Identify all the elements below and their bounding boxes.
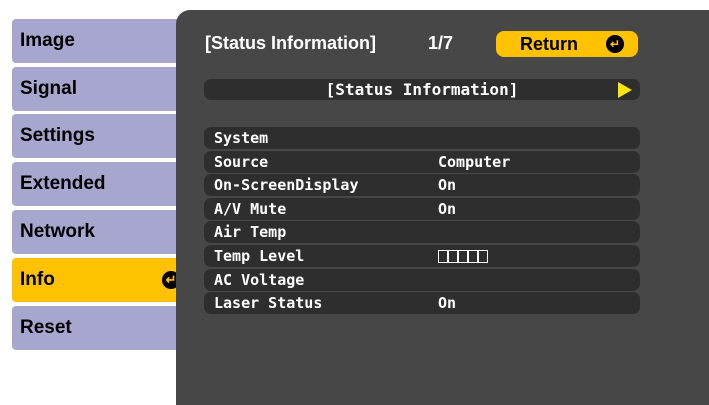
menu-item-label: Network [20,221,95,242]
status-row-system: System [204,127,640,149]
status-key: System [214,129,269,147]
temp-level-block [478,249,488,263]
menu-item-label: Image [20,30,75,51]
return-button[interactable]: Return ↵ [496,31,638,57]
status-row-air-temp: Air Temp [204,221,640,244]
temp-level-indicator [438,249,488,263]
menu-item-label: Extended [20,173,106,194]
temp-level-block [458,249,468,263]
menu-item-label: Info [20,269,55,290]
status-row-osd: On-ScreenDisplay On [204,174,640,197]
status-key: AC Voltage [214,270,305,289]
menu-item-extended[interactable]: Extended [12,162,190,206]
temp-level-block [468,249,478,263]
menu-item-reset[interactable]: Reset [12,306,190,350]
status-value: On [438,294,457,313]
status-row-av-mute: A/V Mute On [204,197,640,220]
menu-item-label: Signal [20,78,78,99]
status-key: On-ScreenDisplay [214,176,359,195]
page-title: [Status Information] [205,33,376,53]
menu-item-label: Reset [20,317,72,338]
page-counter: 1/7 [428,33,454,53]
status-key: Air Temp [214,223,287,242]
status-value: On [438,176,457,195]
enter-icon: ↵ [606,35,624,53]
status-value: On [438,199,457,218]
menu-item-label: Settings [20,125,95,146]
status-key: Temp Level [214,246,305,265]
menu-item-network[interactable]: Network [12,210,190,254]
menu-item-settings[interactable]: Settings [12,114,190,158]
menu-item-signal[interactable]: Signal [12,67,190,111]
arrow-right-icon [618,82,632,98]
status-key: Laser Status [214,294,323,313]
temp-level-block [438,249,448,263]
section-label: [Status Information] [325,80,519,99]
status-row-laser-status: Laser Status On [204,292,640,315]
status-list: System Source Computer On-ScreenDisplay … [204,127,640,316]
temp-level-block [448,249,458,263]
status-key: Source [214,152,269,171]
return-button-label: Return [520,34,578,54]
status-row-temp-level: Temp Level [204,244,640,267]
section-selector[interactable]: [Status Information] [204,79,640,100]
menu-item-image[interactable]: Image [12,19,190,63]
status-row-source: Source Computer [204,150,640,173]
status-row-ac-voltage: AC Voltage [204,268,640,291]
menu-item-info[interactable]: Info ↵ [12,258,190,302]
status-value: Computer [438,152,511,171]
status-key: A/V Mute [214,199,287,218]
